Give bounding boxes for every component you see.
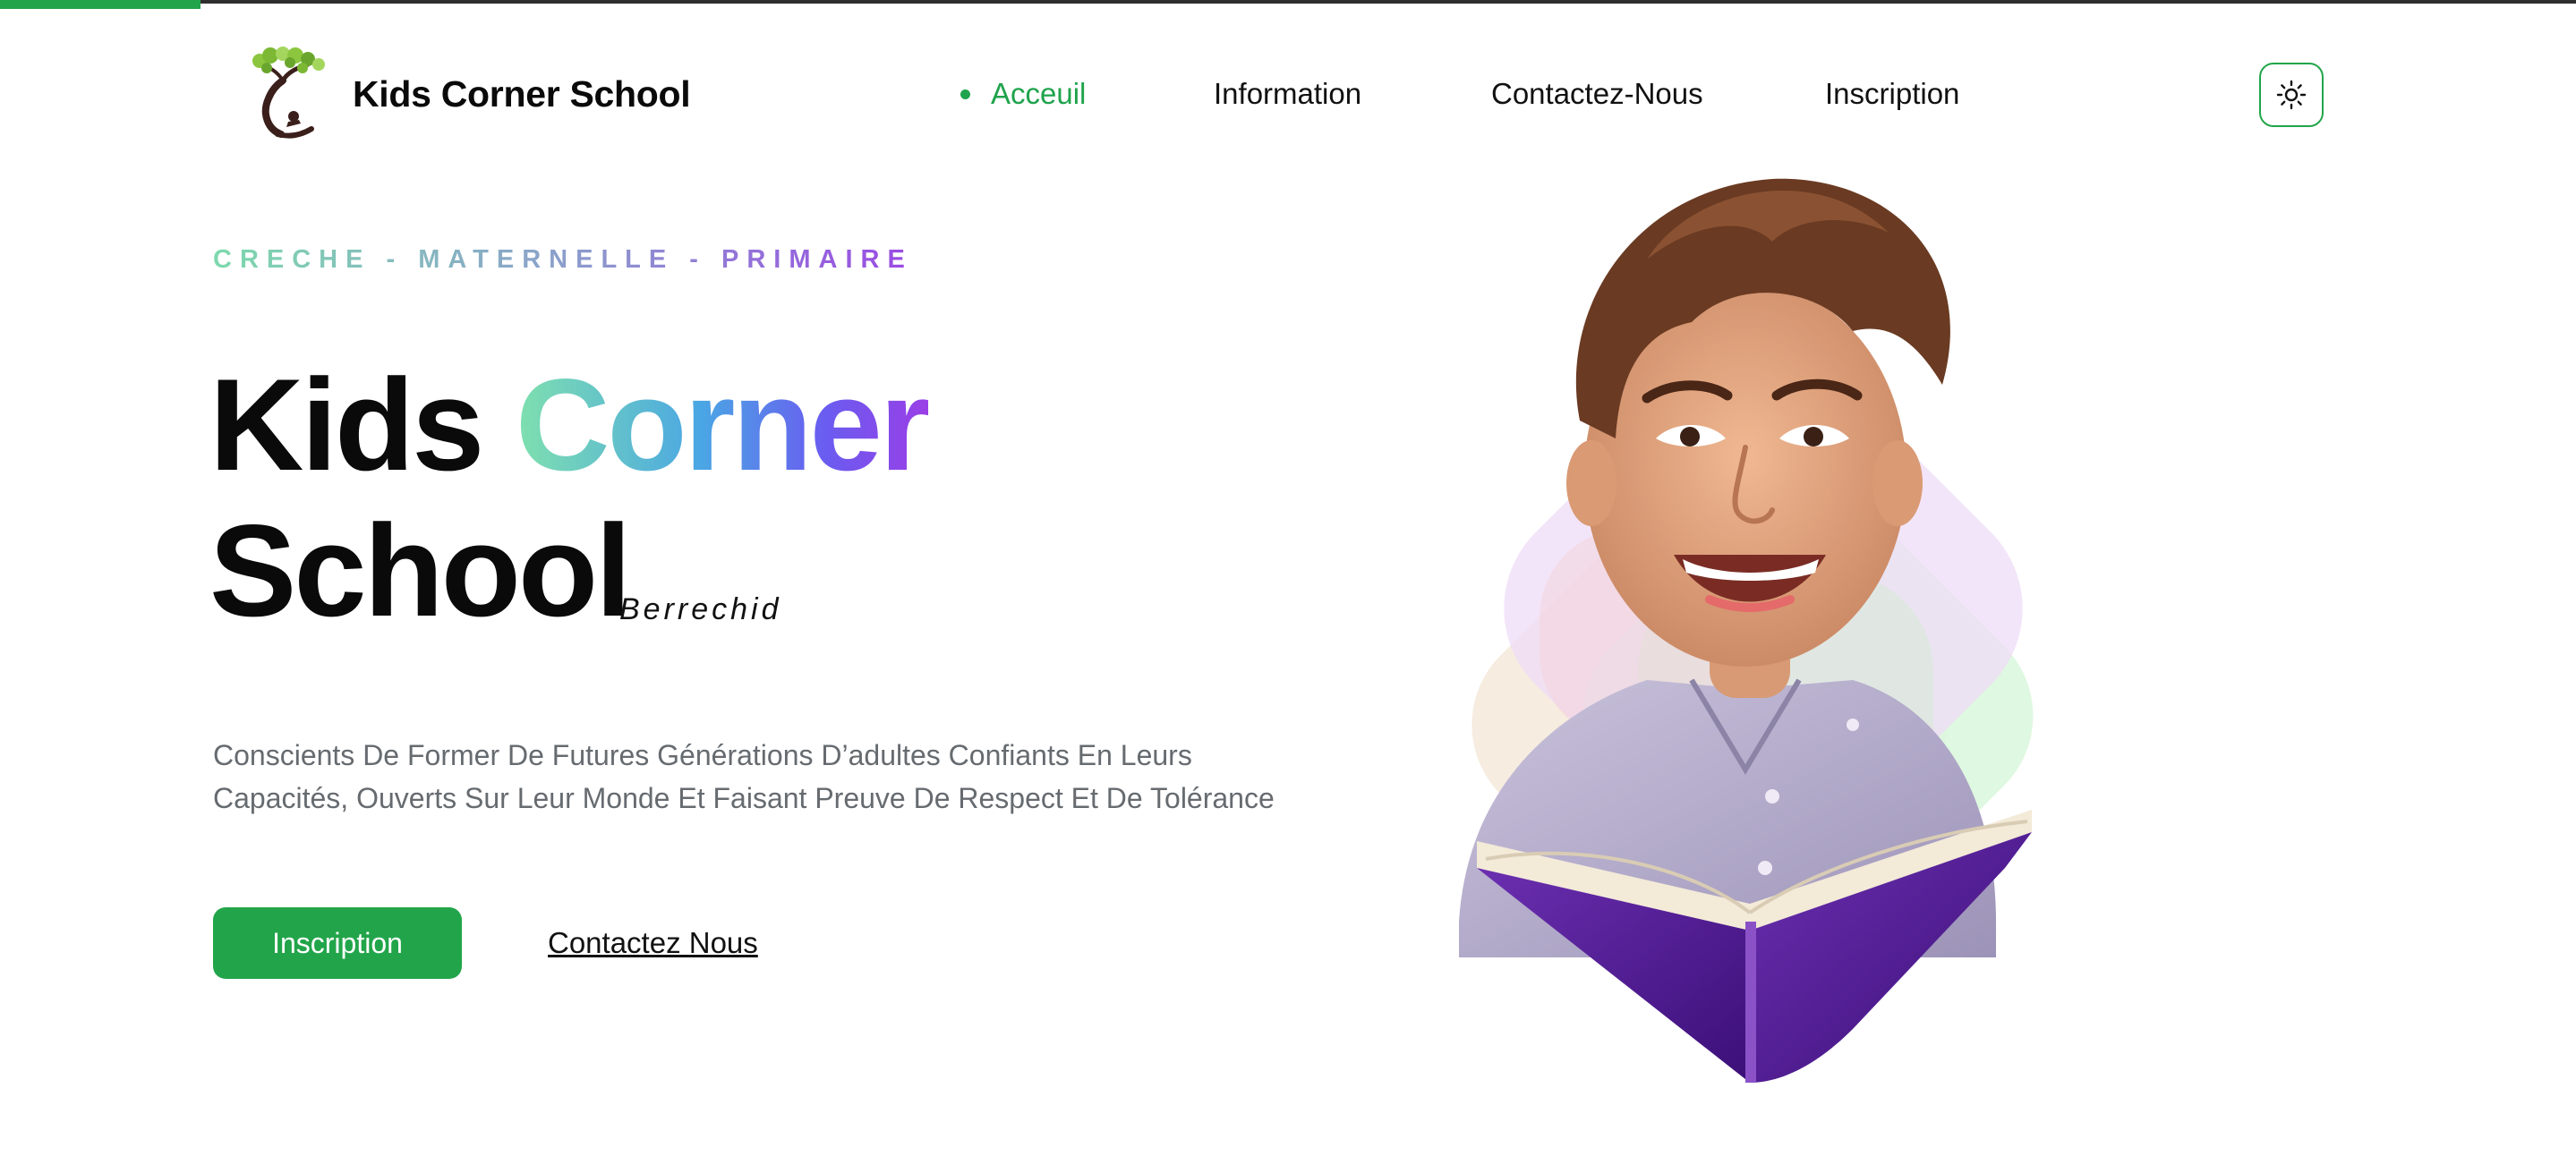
nav-item-acceuil[interactable]: Acceuil [991,77,1086,111]
hero-city: Berrechid [619,592,782,626]
sun-icon [2276,80,2307,110]
scroll-progress-bar [0,0,201,9]
top-divider-line [0,0,2576,4]
inscription-button[interactable]: Inscription [213,907,462,979]
boy-reading-book-image [1459,178,2034,1083]
brand-name: Kids Corner School [353,72,691,115]
nav-item-information[interactable]: Information [1214,77,1361,111]
hero-title-corner: Corner [515,352,931,497]
hero-title-line-1: Kids Corner [209,360,931,490]
brand-logo-link[interactable]: Kids Corner School [242,45,691,143]
theme-toggle-button[interactable] [2259,63,2324,127]
nav-item-inscription[interactable]: Inscription [1825,77,1959,111]
active-nav-indicator-dot [960,89,970,99]
hero-title-school: School [209,497,632,643]
tree-reading-child-logo-icon [252,47,325,139]
hero-description: Conscients De Former De Futures Générati… [213,739,1275,814]
nav-item-contactez-nous[interactable]: Contactez-Nous [1491,77,1703,111]
contactez-nous-link[interactable]: Contactez Nous [548,926,758,960]
school-levels-eyebrow: CRECHE - MATERNELLE - PRIMAIRE [213,245,913,274]
hero-title-kids: Kids [209,352,484,497]
